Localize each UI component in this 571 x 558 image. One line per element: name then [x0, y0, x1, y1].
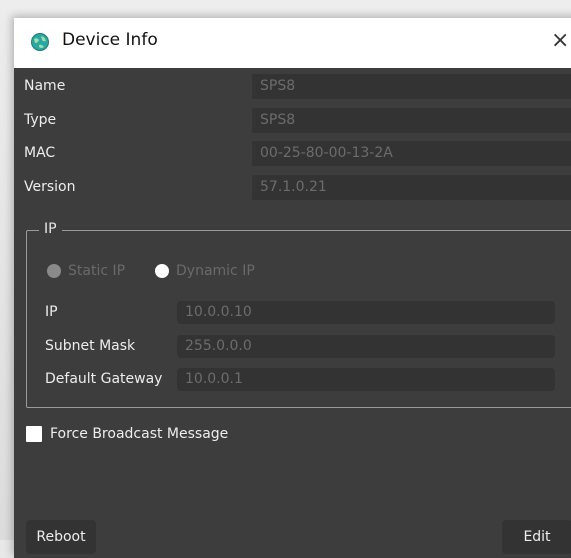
- ip-label: IP: [45, 304, 58, 320]
- dialog-title: Device Info: [62, 30, 158, 50]
- device-info-dialog: Device Info × Name SPS8 Type SPS8 MAC 00…: [14, 18, 571, 558]
- title-bar: Device Info ×: [14, 18, 571, 68]
- close-icon[interactable]: ×: [551, 28, 569, 53]
- name-field: SPS8: [252, 74, 571, 99]
- force-broadcast-label: Force Broadcast Message: [50, 426, 229, 442]
- edit-button[interactable]: Edit: [502, 520, 571, 554]
- default-gateway-field: 10.0.0.1: [177, 368, 555, 391]
- dynamic-ip-radio-dot: [155, 264, 169, 278]
- field-label-type: Type: [24, 112, 57, 128]
- desktop-background: Device Info × Name SPS8 Type SPS8 MAC 00…: [0, 0, 571, 558]
- ip-group-box: IP Static IP Dynamic IP IP 10.0.0.10 Sub…: [26, 221, 571, 408]
- dynamic-ip-radio[interactable]: Dynamic IP: [155, 263, 255, 279]
- dynamic-ip-label: Dynamic IP: [176, 263, 255, 279]
- gear-globe-icon: [31, 33, 49, 51]
- dialog-content: Name SPS8 Type SPS8 MAC 00-25-80-00-13-2…: [14, 68, 571, 558]
- default-gateway-label: Default Gateway: [45, 371, 163, 387]
- mac-field: 00-25-80-00-13-2A: [252, 141, 571, 166]
- version-field: 57.1.0.21: [252, 175, 571, 200]
- static-ip-radio-dot: [47, 264, 61, 278]
- static-ip-radio[interactable]: Static IP: [47, 263, 125, 279]
- field-label-mac: MAC: [24, 145, 56, 161]
- force-broadcast-checkbox[interactable]: Force Broadcast Message: [26, 426, 228, 442]
- subnet-mask-label: Subnet Mask: [45, 338, 136, 354]
- force-broadcast-checkbox-box[interactable]: [26, 426, 42, 442]
- ip-field: 10.0.0.10: [177, 301, 555, 324]
- field-label-version: Version: [24, 179, 76, 195]
- static-ip-label: Static IP: [68, 263, 126, 279]
- subnet-mask-field: 255.0.0.0: [177, 335, 555, 358]
- reboot-button[interactable]: Reboot: [26, 520, 96, 554]
- ip-group-legend: IP: [39, 221, 62, 237]
- field-label-name: Name: [24, 78, 66, 94]
- type-field: SPS8: [252, 108, 571, 133]
